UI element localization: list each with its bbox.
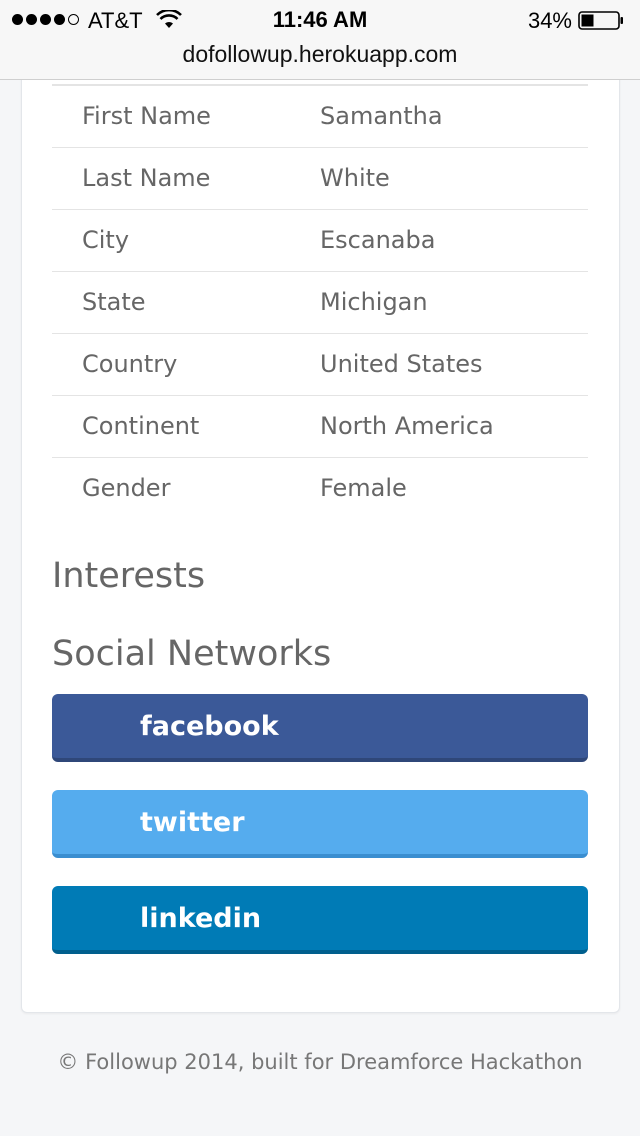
twitter-button[interactable]: twitter [52, 790, 588, 858]
row-label: First Name [82, 102, 211, 130]
facebook-button[interactable]: facebook [52, 694, 588, 762]
profile-table: First Name Samantha Last Name White City… [52, 84, 588, 519]
table-row: Country United States [52, 333, 588, 395]
browser-chrome: AT&T 11:46 AM 34% dofollowup.herokuapp.c… [0, 0, 640, 80]
url-bar[interactable]: dofollowup.herokuapp.com [0, 41, 640, 68]
interests-heading: Interests [52, 556, 206, 596]
footer-text: © Followup 2014, built for Dreamforce Ha… [57, 1050, 583, 1074]
linkedin-button[interactable]: linkedin [52, 886, 588, 954]
row-label: State [82, 288, 146, 316]
row-value: North America [320, 412, 494, 440]
row-value: Michigan [320, 288, 428, 316]
row-value: White [320, 164, 390, 192]
row-value: Female [320, 474, 407, 502]
row-label: City [82, 226, 130, 254]
table-row: State Michigan [52, 271, 588, 333]
row-value: Escanaba [320, 226, 436, 254]
table-row: First Name Samantha [52, 85, 588, 147]
table-row: Gender Female [52, 457, 588, 519]
table-row: City Escanaba [52, 209, 588, 271]
table-row: Continent North America [52, 395, 588, 457]
status-bar: AT&T 11:46 AM 34% [0, 0, 640, 40]
row-label: Last Name [82, 164, 211, 192]
table-row: Last Name White [52, 147, 588, 209]
battery-percent: 34% [527, 8, 572, 33]
row-label: Continent [82, 412, 200, 440]
row-label: Country [82, 350, 178, 378]
battery-icon [578, 11, 623, 30]
row-value: Samantha [320, 102, 443, 130]
row-value: United States [320, 350, 483, 378]
social-networks-heading: Social Networks [52, 634, 332, 674]
row-label: Gender [82, 474, 171, 502]
